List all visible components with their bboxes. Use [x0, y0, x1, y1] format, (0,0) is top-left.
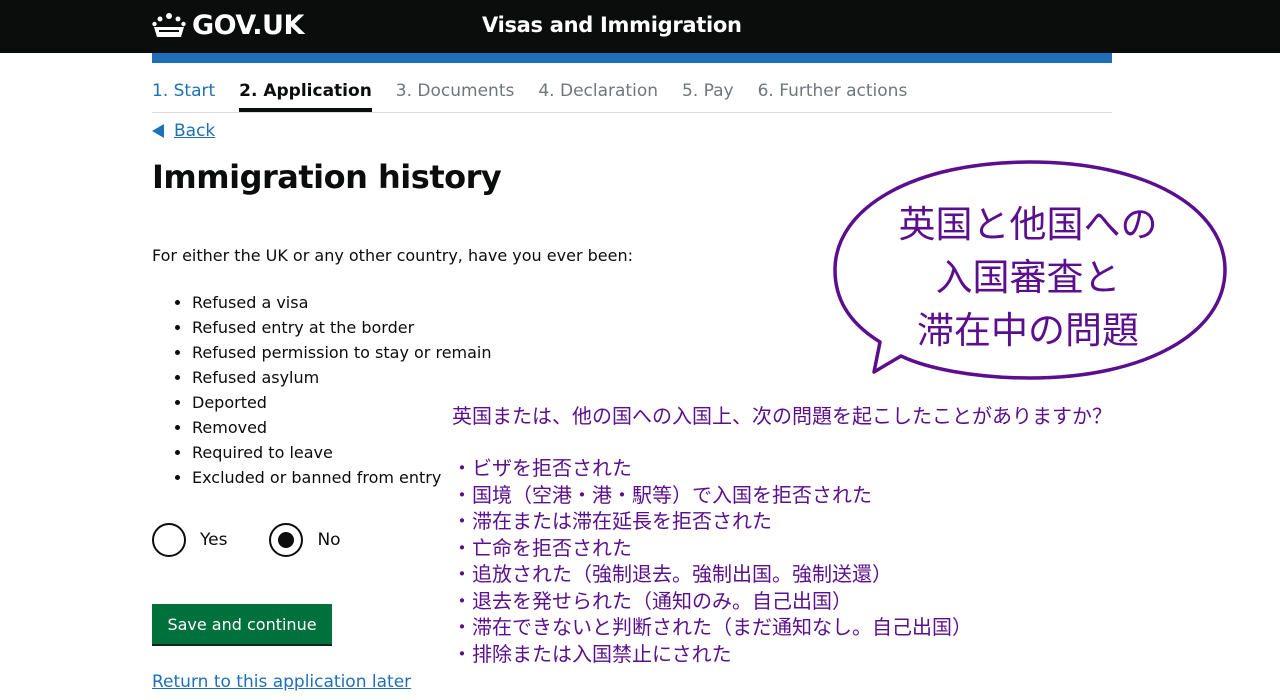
- step-documents: 3. Documents: [395, 81, 515, 101]
- site-header: GOV.UK Visas and Immigration: [0, 0, 1280, 53]
- radio-yes-label[interactable]: Yes: [200, 530, 227, 550]
- step-start[interactable]: 1. Start: [152, 80, 215, 112]
- list-item: ・排除または入国禁止にされた: [452, 641, 732, 666]
- bubble-line: 入国審査と: [935, 256, 1121, 299]
- bubble-text: 英国と他国への 入国審査と 滞在中の問題: [858, 198, 1198, 357]
- answer-radios: Yes No: [152, 523, 383, 557]
- list-item: Refused entry at the border: [192, 315, 492, 340]
- radio-no-circle[interactable]: [269, 523, 304, 557]
- list-item: Refused a visa: [192, 290, 492, 315]
- bubble-line: 滞在中の問題: [917, 309, 1139, 352]
- radio-yes[interactable]: Yes: [152, 523, 227, 557]
- step-declaration: 4. Declaration: [538, 81, 658, 101]
- service-name[interactable]: Visas and Immigration: [482, 13, 742, 37]
- list-item: Refused asylum: [192, 365, 492, 390]
- reasons-list: Refused a visa Refused entry at the bord…: [152, 290, 492, 490]
- list-item: ・ビザを拒否された: [452, 456, 632, 480]
- list-item: Excluded or banned from entry: [192, 465, 492, 490]
- page-title: Immigration history: [152, 158, 502, 196]
- list-item: ・退去を発せられた（通知のみ。自己出国）: [452, 588, 852, 613]
- progress-steps: 1. Start 2. Application 3. Documents 4. …: [152, 80, 1112, 113]
- japanese-translation: 英国または、他の国への入国上、次の問題を起こしたことがありますか？ ・ビザを拒否…: [452, 400, 1112, 667]
- step-pay: 5. Pay: [682, 81, 734, 101]
- crown-icon: [152, 12, 186, 37]
- back-link[interactable]: Back: [152, 121, 215, 141]
- list-item: ・滞在または滞在延長を拒否された: [452, 509, 772, 533]
- save-and-continue-button[interactable]: Save and continue: [152, 604, 332, 644]
- step-further-actions: 6. Further actions: [757, 81, 908, 101]
- question-intro: For either the UK or any other country, …: [152, 246, 633, 265]
- list-item: ・滞在できないと判断された（まだ通知なし。自己出国）: [452, 615, 972, 639]
- list-item: ・追放された（強制退去。強制出国。強制送還）: [452, 562, 892, 586]
- header-accent-bar: [152, 53, 1112, 63]
- list-item: Required to leave: [192, 440, 492, 465]
- list-item: Removed: [192, 415, 492, 440]
- list-item: Refused permission to stay or remain: [192, 340, 492, 365]
- list-item: ・国境（空港・港・駅等）で入国を拒否された: [452, 482, 872, 507]
- translated-question: 英国または、他の国への入国上、次の問題を起こしたことがありますか？: [452, 404, 1112, 428]
- back-arrow-icon: [152, 124, 164, 138]
- radio-no[interactable]: No: [269, 523, 341, 557]
- logo-text: GOV.UK: [192, 10, 304, 41]
- translated-list: ・ビザを拒否された ・国境（空港・港・駅等）で入国を拒否された ・滞在または滞在…: [452, 455, 1112, 667]
- step-application: 2. Application: [239, 80, 372, 112]
- back-link-label: Back: [174, 121, 216, 141]
- govuk-logo[interactable]: GOV.UK: [152, 10, 304, 41]
- list-item: ・亡命を拒否された: [452, 535, 632, 560]
- return-later-link[interactable]: Return to this application later: [152, 672, 411, 692]
- bubble-line: 英国と他国への: [898, 203, 1158, 246]
- radio-no-label[interactable]: No: [317, 530, 340, 550]
- list-item: Deported: [192, 390, 492, 415]
- radio-yes-circle[interactable]: [152, 523, 186, 557]
